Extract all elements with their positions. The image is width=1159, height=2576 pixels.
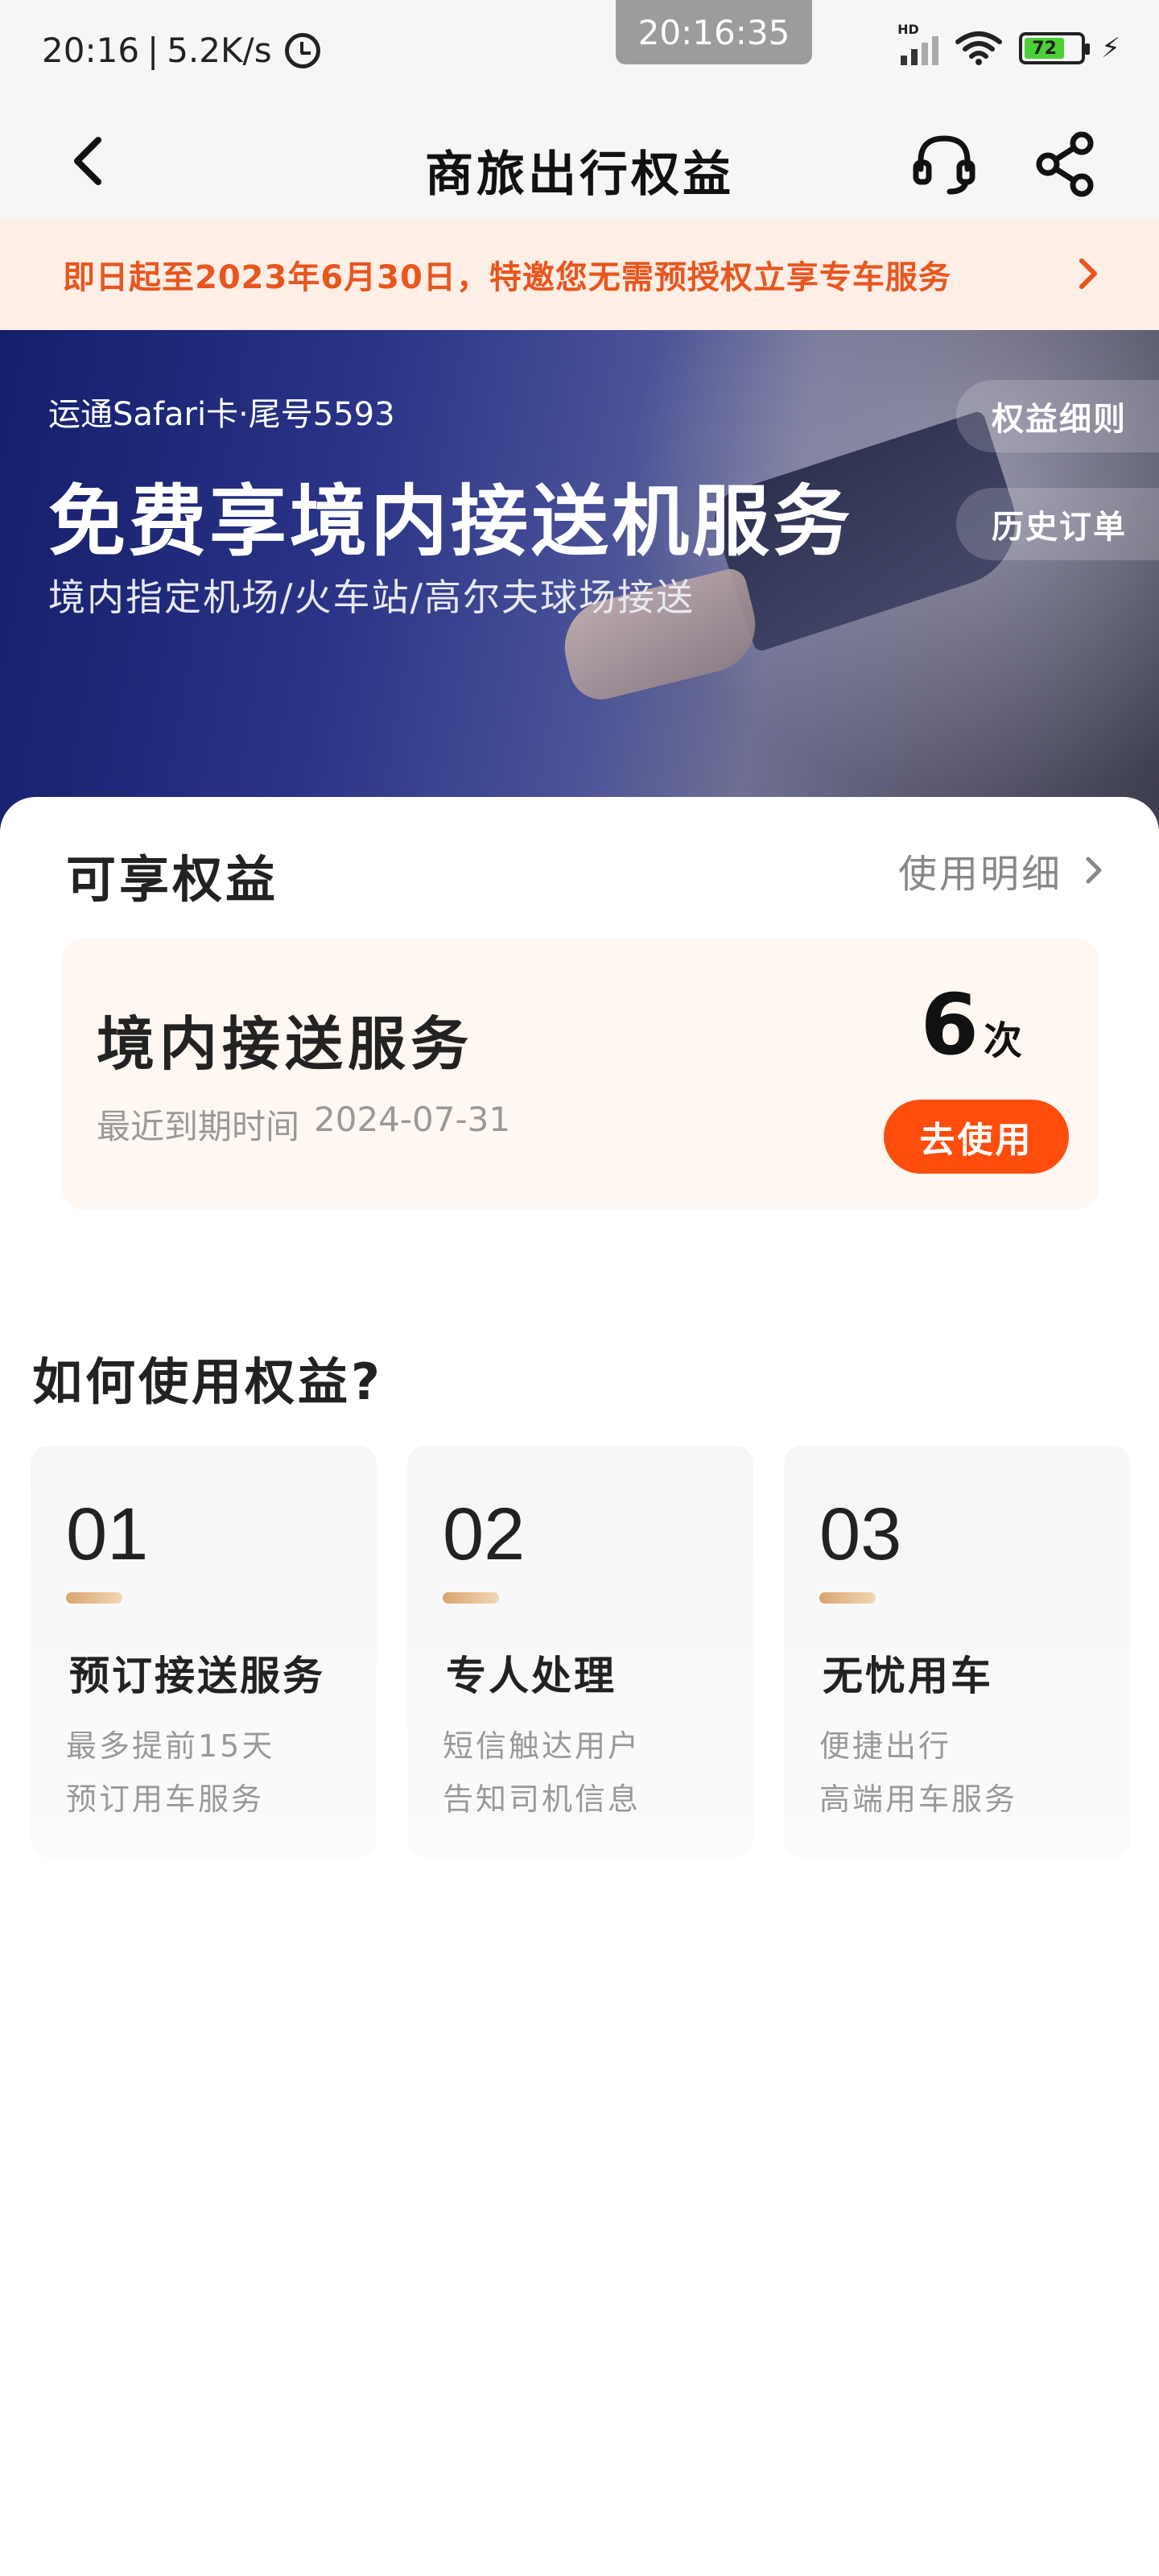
- step-card: 02 专人处理 短信触达用户 告知司机信息: [407, 1446, 753, 1858]
- step-title: 专人处理: [446, 1653, 617, 1699]
- chevron-right-icon: [1086, 857, 1102, 884]
- step-card: 03 无忧用车 便捷出行 高端用车服务: [784, 1446, 1130, 1858]
- nav-header: 商旅出行权益: [0, 105, 1159, 219]
- status-left: 20:16 | 5.2K/s: [42, 31, 320, 70]
- count-number: 6: [920, 976, 979, 1074]
- main-content: 可享权益 使用明细 境内接送服务 最近到期时间 2024-07-31 6 次 去…: [0, 797, 1159, 2576]
- step-number: 02: [443, 1493, 526, 1575]
- chevron-right-icon: [1079, 258, 1097, 289]
- steps-list: 01 预订接送服务 最多提前15天 预订用车服务 02 专人处理 短信触达用户 …: [31, 1446, 1130, 1858]
- step-desc-line: 高端用车服务: [819, 1781, 1018, 1817]
- battery-icon: 72: [1019, 32, 1091, 64]
- step-title: 预订接送服务: [69, 1653, 325, 1699]
- step-title: 无忧用车: [823, 1653, 993, 1699]
- step-description: 最多提前15天 预订用车服务: [66, 1719, 274, 1826]
- hero-subtitle: 境内指定机场/火车站/高尔夫球场接送: [48, 576, 695, 619]
- status-bar: 20:16 | 5.2K/s 20:16:35 HD 72 ⚡: [0, 0, 1159, 105]
- step-desc-line: 告知司机信息: [443, 1781, 641, 1817]
- usage-detail-label: 使用明细: [897, 852, 1062, 897]
- step-desc-line: 便捷出行: [819, 1728, 952, 1764]
- count-unit: 次: [983, 1018, 1022, 1063]
- signal-icon: HD: [897, 22, 939, 65]
- wifi-icon: [955, 31, 1003, 65]
- benefit-name: 境内接送服务: [97, 1010, 474, 1078]
- page-title: 商旅出行权益: [425, 147, 734, 203]
- rules-button[interactable]: 权益细则: [956, 380, 1159, 452]
- battery-level: 72: [1025, 38, 1065, 59]
- promo-notice[interactable]: 即日起至2023年6月30日，特邀您无需预授权立享专车服务: [0, 219, 1159, 330]
- step-description: 便捷出行 高端用车服务: [819, 1719, 1017, 1826]
- share-icon[interactable]: [1030, 127, 1103, 200]
- status-time: 20:16: [42, 31, 140, 70]
- customer-service-icon[interactable]: [908, 127, 980, 200]
- notice-text: 即日起至2023年6月30日，特邀您无需预授权立享专车服务: [63, 259, 951, 296]
- history-orders-button[interactable]: 历史订单: [956, 488, 1159, 560]
- alarm-icon: [284, 32, 320, 68]
- how-to-title: 如何使用权益?: [32, 1352, 383, 1411]
- step-accent-bar: [66, 1592, 122, 1604]
- usage-detail-link[interactable]: 使用明细: [898, 842, 1109, 898]
- card-label: 运通Safari卡·尾号5593: [48, 396, 395, 433]
- step-number: 01: [66, 1493, 149, 1575]
- step-description: 短信触达用户 告知司机信息: [443, 1719, 641, 1826]
- step-desc-line: 短信触达用户: [443, 1728, 641, 1764]
- status-right: HD 72 ⚡: [897, 22, 1120, 66]
- benefits-section-title: 可享权益: [66, 850, 279, 909]
- step-desc-line: 预订用车服务: [66, 1781, 265, 1817]
- network-speed: 5.2K/s: [167, 31, 272, 70]
- remaining-count: 6 次: [921, 976, 1022, 1074]
- status-separator: |: [147, 31, 159, 70]
- expiry-date: 2024-07-31: [314, 1100, 511, 1139]
- use-button[interactable]: 去使用: [884, 1100, 1069, 1174]
- charging-icon: ⚡: [1101, 32, 1120, 64]
- benefit-expiry: 最近到期时间 2024-07-31: [97, 1100, 510, 1149]
- step-number: 03: [819, 1493, 902, 1575]
- step-desc-line: 最多提前15天: [66, 1728, 275, 1764]
- benefit-card: 境内接送服务 最近到期时间 2024-07-31 6 次 去使用: [61, 939, 1099, 1209]
- expiry-label: 最近到期时间: [97, 1107, 300, 1146]
- hero-banner: 运通Safari卡·尾号5593 免费享境内接送机服务 境内指定机场/火车站/高…: [0, 330, 1159, 829]
- hero-title: 免费享境内接送机服务: [48, 477, 853, 567]
- floating-clock: 20:16:35: [616, 0, 812, 64]
- step-accent-bar: [443, 1592, 499, 1604]
- step-card: 01 预订接送服务 最多提前15天 预订用车服务: [31, 1446, 377, 1858]
- hd-label: HD: [897, 22, 919, 37]
- step-accent-bar: [819, 1592, 876, 1604]
